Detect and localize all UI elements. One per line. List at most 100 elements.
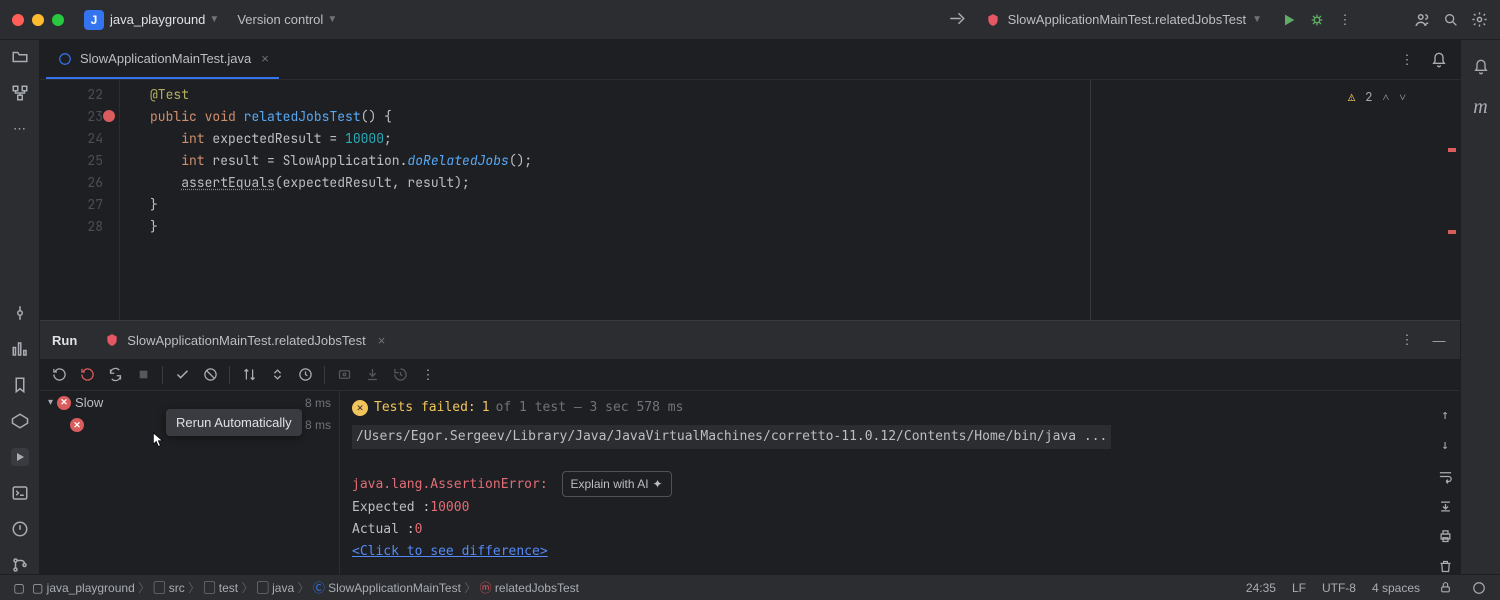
status-count: 1: [482, 397, 490, 419]
indent-info[interactable]: 4 spaces: [1372, 581, 1420, 595]
warning-icon: ⚠: [1348, 86, 1355, 108]
show-passed-icon[interactable]: [173, 366, 191, 384]
run-icon[interactable]: [1280, 11, 1298, 29]
services-tool-icon[interactable]: [11, 412, 29, 430]
clear-icon[interactable]: [1436, 557, 1454, 574]
readonly-lock-icon[interactable]: [1436, 579, 1454, 597]
toggle-auto-test-icon[interactable]: [106, 366, 124, 384]
file-encoding[interactable]: UTF-8: [1322, 581, 1356, 595]
run-options-icon[interactable]: ⋮: [1398, 331, 1416, 349]
debug-icon[interactable]: [1308, 11, 1326, 29]
minimize-window[interactable]: [32, 14, 44, 26]
test-status-line: ✕ Tests failed: 1 of 1 test – 3 sec 578 …: [352, 397, 1460, 419]
code-editor[interactable]: ⚠ 2 ˄ ˅ 22232425262728 @Testpublic void …: [40, 80, 1460, 320]
git-tool-icon[interactable]: [11, 556, 29, 574]
build-icon[interactable]: [948, 11, 966, 29]
right-margin-ruler: [1090, 80, 1091, 320]
error-stripe[interactable]: [1448, 148, 1456, 152]
notifications-icon[interactable]: [1430, 51, 1448, 69]
close-tab-icon[interactable]: ×: [261, 51, 269, 66]
test-duration: 8 ms: [305, 396, 331, 410]
inspection-widget[interactable]: ⚠ 2 ˄ ˅: [1348, 86, 1406, 108]
right-toolbar: m: [1460, 40, 1500, 574]
sort-icon[interactable]: [240, 366, 258, 384]
tab-filename: SlowApplicationMainTest.java: [80, 51, 251, 66]
expand-all-icon[interactable]: [268, 366, 286, 384]
chevron-down-icon[interactable]: ▼: [209, 14, 219, 25]
prev-highlight-icon[interactable]: ˄: [1382, 86, 1389, 108]
test-tree[interactable]: Rerun Automatically ▾ ✕ Slow 8 ms ✕ 8 ms: [40, 391, 340, 574]
show-ignored-icon[interactable]: [201, 366, 219, 384]
project-tool-icon[interactable]: [11, 48, 29, 66]
code-with-me-icon[interactable]: [1414, 11, 1432, 29]
soft-wrap-icon[interactable]: [1436, 467, 1454, 485]
toolbar-more-icon[interactable]: ⋮: [419, 366, 437, 384]
status-fail-icon: ✕: [352, 400, 368, 416]
project-name[interactable]: java_playground: [110, 12, 205, 27]
window-controls: [12, 14, 64, 26]
history-icon[interactable]: [391, 366, 409, 384]
error-class: java.lang.AssertionError:: [352, 477, 548, 492]
run-tab[interactable]: SlowApplicationMainTest.relatedJobsTest …: [95, 327, 393, 353]
project-badge[interactable]: J: [84, 10, 104, 30]
run-config-label: SlowApplicationMainTest.relatedJobsTest: [1008, 12, 1246, 27]
chevron-down-icon[interactable]: ▼: [327, 14, 337, 25]
export-tests-icon[interactable]: [363, 366, 381, 384]
fail-icon: ✕: [57, 396, 71, 410]
chevron-down-icon: ▼: [1252, 14, 1262, 25]
hide-panel-icon[interactable]: —: [1430, 331, 1448, 349]
close-window[interactable]: [12, 14, 24, 26]
code-area[interactable]: @Testpublic void relatedJobsTest() { int…: [120, 80, 532, 320]
run-panel-header: Run SlowApplicationMainTest.relatedJobsT…: [40, 321, 1460, 359]
statusbar: ▢ ▢ java_playground 〉 ▢ src 〉 ▢ test 〉 ▢…: [0, 574, 1500, 600]
test-shield-icon: [103, 331, 121, 349]
error-stripe[interactable]: [1448, 230, 1456, 234]
breadcrumb[interactable]: ▢ java_playground 〉 ▢ src 〉 ▢ test 〉 ▢ j…: [32, 579, 579, 596]
scroll-down-icon[interactable]: ↓: [1436, 437, 1454, 455]
more-tools-icon[interactable]: ⋯: [11, 120, 29, 138]
bookmarks-tool-icon[interactable]: [11, 376, 29, 394]
test-console[interactable]: ✕ Tests failed: 1 of 1 test – 3 sec 578 …: [340, 391, 1460, 574]
line-separator[interactable]: LF: [1292, 581, 1306, 595]
import-tests-icon[interactable]: [335, 366, 353, 384]
profiler-tool-icon[interactable]: [11, 340, 29, 358]
status-label: Tests failed:: [374, 397, 476, 419]
tab-options-icon[interactable]: ⋮: [1398, 51, 1416, 69]
settings-icon[interactable]: [1470, 11, 1488, 29]
terminal-tool-icon[interactable]: [11, 484, 29, 502]
print-icon[interactable]: [1436, 527, 1454, 545]
rerun-icon[interactable]: [50, 366, 68, 384]
run-panel-title: Run: [52, 333, 77, 348]
test-shield-icon: [984, 11, 1002, 29]
titlebar: J java_playground ▼ Version control ▼ Sl…: [0, 0, 1500, 40]
editor-gutter[interactable]: 22232425262728: [40, 80, 120, 320]
commit-tool-icon[interactable]: [11, 304, 29, 322]
close-run-tab-icon[interactable]: ×: [378, 333, 386, 348]
scroll-up-icon[interactable]: ↑: [1436, 407, 1454, 425]
notifications-tool-icon[interactable]: [1472, 58, 1490, 76]
run-panel: Run SlowApplicationMainTest.relatedJobsT…: [40, 320, 1460, 574]
search-icon[interactable]: [1442, 11, 1460, 29]
stop-icon[interactable]: [134, 366, 152, 384]
nav-icon[interactable]: ▢: [12, 579, 26, 597]
console-gutter: ↑ ↓: [1436, 407, 1454, 574]
problems-tool-icon[interactable]: [11, 520, 29, 538]
explain-with-ai-button[interactable]: Explain with AI ✦: [562, 471, 672, 497]
maven-tool-icon[interactable]: m: [1473, 96, 1487, 119]
caret-position[interactable]: 24:35: [1246, 581, 1276, 595]
status-info-icon[interactable]: [1470, 579, 1488, 597]
rerun-failed-icon[interactable]: [78, 366, 96, 384]
scroll-to-end-icon[interactable]: [1436, 497, 1454, 515]
next-highlight-icon[interactable]: ˅: [1399, 86, 1406, 108]
more-icon[interactable]: ⋮: [1336, 11, 1354, 29]
structure-tool-icon[interactable]: [11, 84, 29, 102]
maximize-window[interactable]: [52, 14, 64, 26]
editor-tab[interactable]: SlowApplicationMainTest.java ×: [46, 40, 279, 79]
run-configuration[interactable]: SlowApplicationMainTest.relatedJobsTest …: [976, 7, 1270, 33]
collapse-all-icon[interactable]: [296, 366, 314, 384]
version-control-menu[interactable]: Version control: [237, 12, 323, 27]
run-tool-icon[interactable]: [11, 448, 29, 466]
chevron-down-icon[interactable]: ▾: [48, 397, 53, 408]
see-difference-link[interactable]: <Click to see difference>: [352, 544, 548, 559]
editor-tabbar: SlowApplicationMainTest.java × ⋮: [40, 40, 1460, 80]
